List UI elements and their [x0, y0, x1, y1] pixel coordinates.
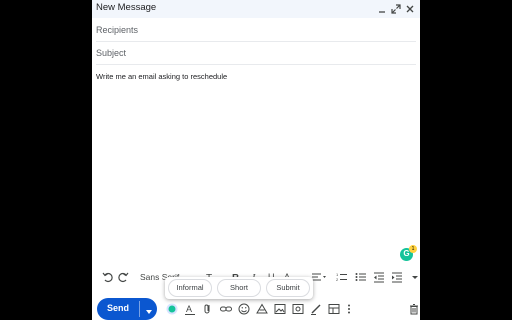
compose-window: New Message Recipients Subject Write me …	[92, 0, 420, 320]
grammarly-count: 1	[409, 245, 417, 253]
svg-text:2: 2	[336, 277, 339, 282]
close-icon[interactable]	[404, 2, 416, 14]
drive-icon[interactable]	[256, 302, 268, 314]
subject-placeholder: Subject	[96, 48, 127, 58]
insert-photo-icon[interactable]	[274, 302, 286, 314]
suggestion-informal[interactable]: Informal	[168, 279, 212, 297]
signature-icon[interactable]	[310, 302, 322, 315]
compose-header: New Message	[92, 0, 420, 18]
minimize-icon[interactable]	[376, 2, 388, 14]
subject-field[interactable]: Subject	[96, 42, 416, 65]
compose-title: New Message	[96, 2, 157, 13]
send-divider	[139, 301, 140, 317]
message-body[interactable]: Write me an email asking to reschedule	[96, 72, 227, 81]
redo-icon[interactable]	[118, 271, 130, 283]
attach-icon[interactable]	[202, 302, 214, 314]
undo-icon[interactable]	[101, 271, 113, 283]
indent-more-icon[interactable]	[391, 271, 403, 283]
align-icon[interactable]	[311, 271, 327, 283]
layouts-icon[interactable]	[328, 302, 340, 314]
confidential-mode-icon[interactable]	[292, 302, 304, 314]
send-button[interactable]: Send	[97, 298, 157, 320]
grammarly-toggle-icon[interactable]	[166, 302, 178, 315]
more-options-icon[interactable]	[346, 302, 352, 314]
emoji-icon[interactable]	[238, 302, 250, 315]
bulleted-list-icon[interactable]	[355, 271, 367, 283]
indent-less-icon[interactable]	[373, 271, 385, 283]
link-icon[interactable]	[220, 302, 232, 314]
discard-draft-icon[interactable]	[408, 302, 420, 315]
numbered-list-icon[interactable]: 12	[336, 271, 348, 283]
suggestion-short[interactable]: Short	[217, 279, 261, 297]
send-label: Send	[106, 303, 129, 313]
more-formatting-icon[interactable]	[411, 271, 419, 283]
recipients-field[interactable]: Recipients	[96, 19, 416, 42]
svg-text:A: A	[186, 304, 192, 314]
grammarly-icon[interactable]: G 1	[400, 245, 417, 261]
expand-icon[interactable]	[390, 2, 402, 14]
recipients-placeholder: Recipients	[96, 25, 139, 35]
suggestion-popup: Informal Short Submit	[165, 277, 313, 299]
formatting-options-icon[interactable]: A	[184, 302, 196, 315]
suggestion-submit[interactable]: Submit	[266, 279, 310, 297]
schedule-send-dropdown-icon[interactable]	[144, 304, 154, 320]
